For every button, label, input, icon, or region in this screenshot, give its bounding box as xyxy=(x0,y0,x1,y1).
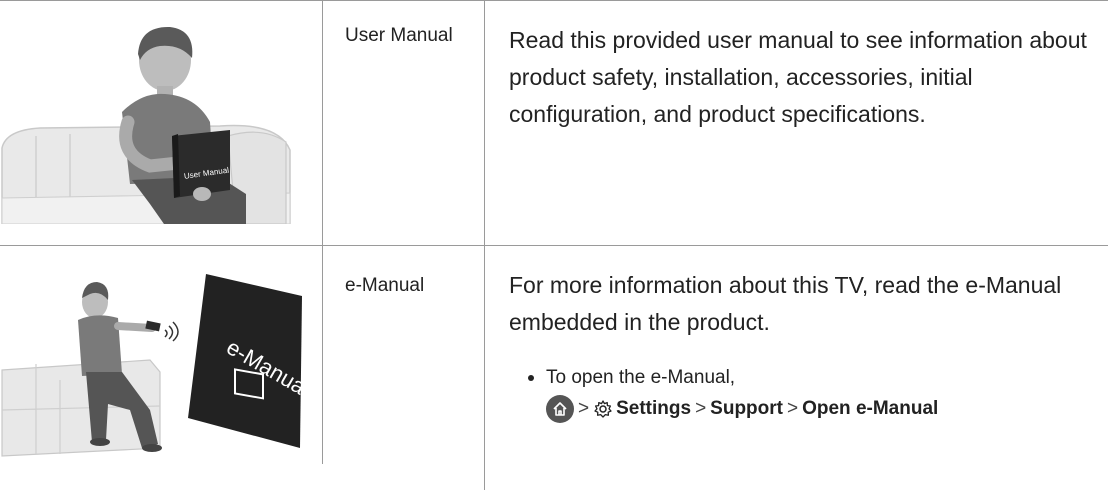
settings-link[interactable]: Settings xyxy=(616,398,691,420)
path-separator: > xyxy=(695,398,707,419)
bullet-text: To open the e-Manual, xyxy=(546,367,736,388)
e-manual-illustration: e-Manual xyxy=(0,260,314,465)
user-manual-illustration: User Manual xyxy=(0,18,300,229)
row-description-e-manual: For more information about this TV, read… xyxy=(509,272,1062,335)
path-separator: > xyxy=(578,398,590,419)
table-top-rule xyxy=(0,0,1108,1)
row-description-user-manual: Read this provided user manual to see in… xyxy=(509,27,1087,127)
gear-icon xyxy=(593,399,613,419)
e-manual-bullet: To open the e-Manual, xyxy=(528,365,735,391)
path-separator: > xyxy=(787,398,799,419)
home-icon[interactable] xyxy=(546,395,574,423)
row-label-user-manual: User Manual xyxy=(345,25,453,46)
table-row-divider xyxy=(0,245,1108,246)
support-link[interactable]: Support xyxy=(710,398,783,420)
row-label-e-manual: e-Manual xyxy=(345,275,425,296)
bullet-dot xyxy=(528,374,534,381)
e-manual-navigation-path: > Settings > Support > Open e-Manual xyxy=(546,394,938,424)
column-divider-2 xyxy=(484,0,485,490)
open-e-manual-link[interactable]: Open e-Manual xyxy=(802,398,938,420)
column-divider-1 xyxy=(322,0,323,464)
